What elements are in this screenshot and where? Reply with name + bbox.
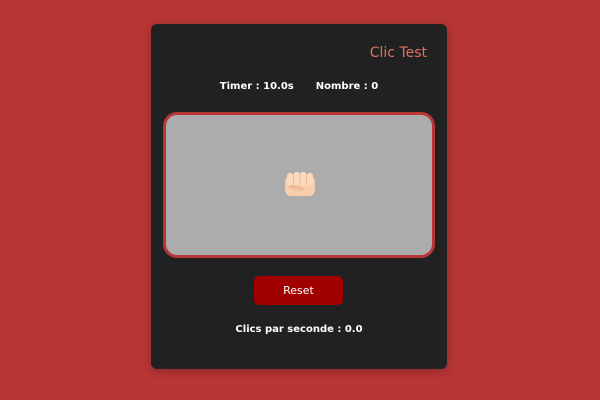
- app-title: Clic Test: [369, 45, 427, 61]
- clic-test-card: Clic Test Timer : 10.0s Nombre : 0 Reset …: [151, 24, 447, 369]
- timer-display: Timer : 10.0s: [219, 81, 294, 92]
- reset-button[interactable]: Reset: [254, 276, 343, 305]
- stats-row: Timer : 10.0s Nombre : 0: [151, 81, 447, 92]
- fist-bump-icon: [285, 172, 315, 196]
- clicks-per-second-display: Clics par seconde : 0.0: [235, 324, 363, 335]
- click-count-display: Nombre : 0: [315, 81, 379, 92]
- click-area[interactable]: [163, 112, 435, 258]
